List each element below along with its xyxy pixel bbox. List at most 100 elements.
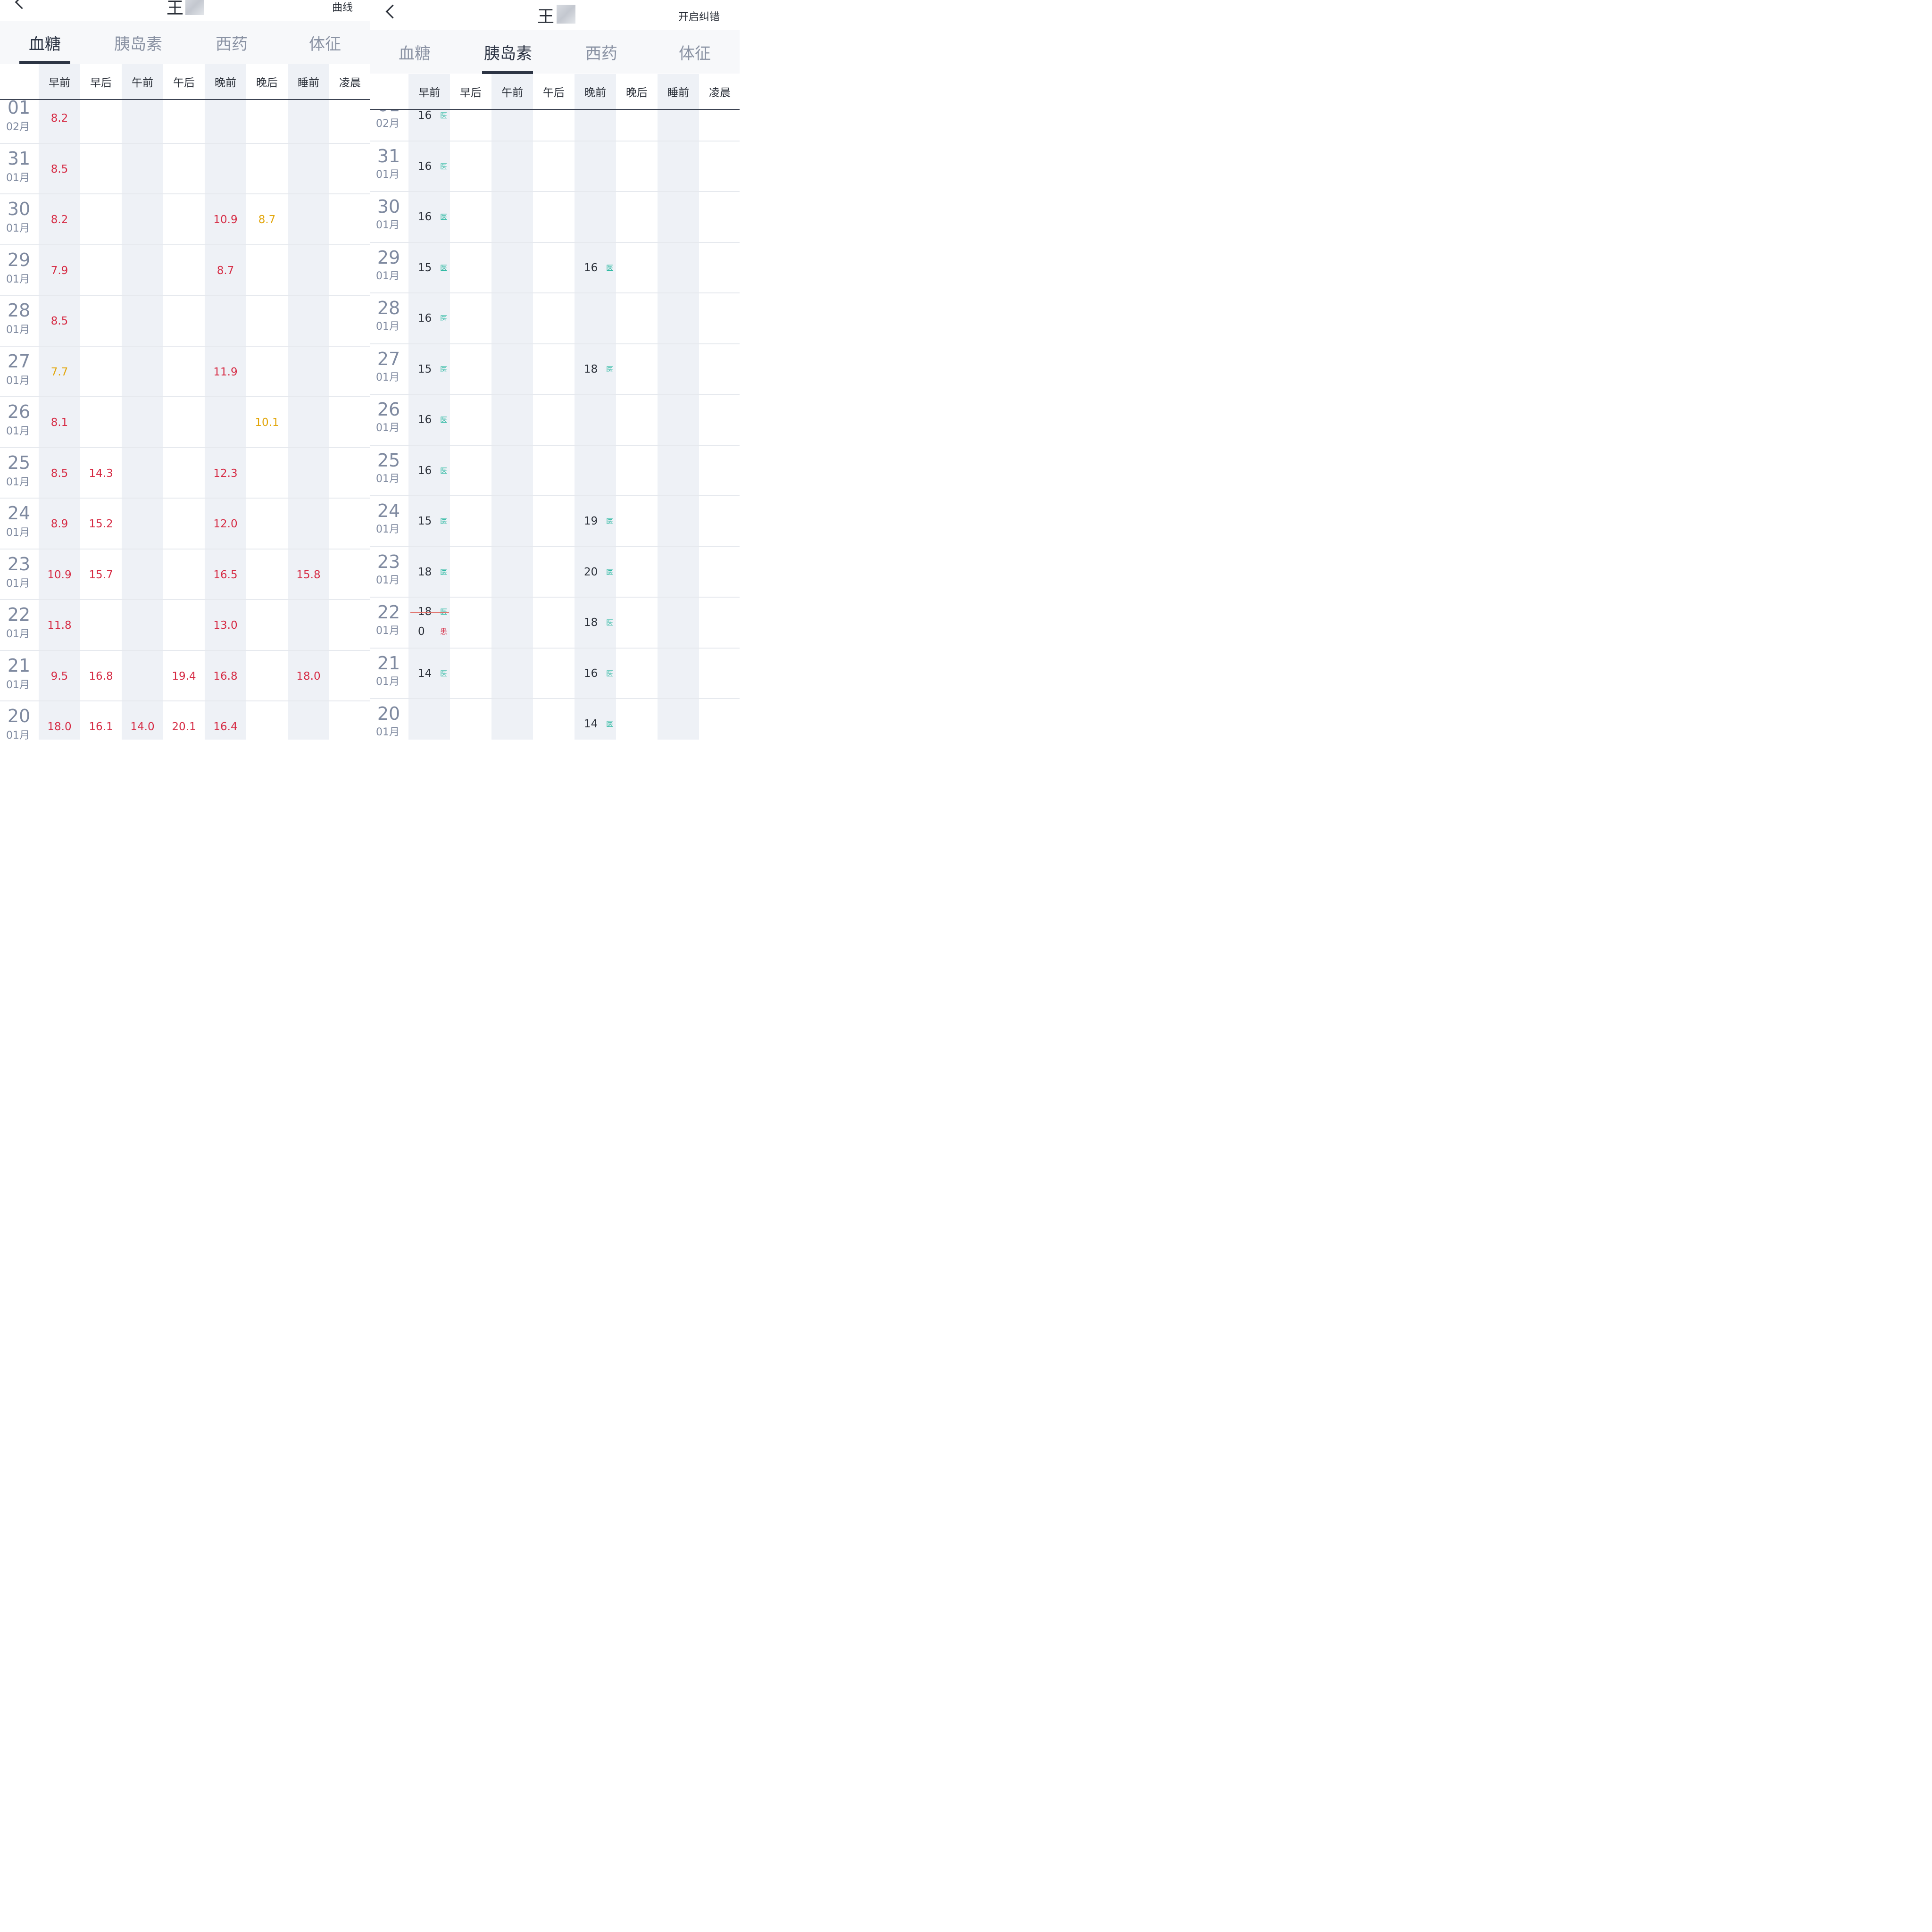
glucose-value[interactable]: 9.5 bbox=[39, 671, 80, 682]
table-row[interactable]: 20 01月 14 医 bbox=[370, 699, 740, 740]
tab-insulin[interactable]: 胰岛素 bbox=[466, 30, 550, 74]
back-arrow-icon[interactable] bbox=[15, 0, 29, 9]
glucose-value[interactable]: 16.5 bbox=[205, 569, 246, 581]
table-row[interactable]: 26 01月 8.1 10.1 bbox=[0, 397, 370, 448]
glucose-value[interactable]: 8.7 bbox=[205, 265, 246, 276]
table-row[interactable]: 20 01月 18.0 16.1 14.0 20.1 16.4 bbox=[0, 701, 370, 740]
table-row[interactable]: 29 01月 15 医 16 医 bbox=[370, 243, 740, 293]
table-row[interactable]: 27 01月 7.7 11.9 bbox=[0, 347, 370, 397]
glucose-value[interactable]: 10.9 bbox=[205, 215, 246, 225]
glucose-value[interactable]: 7.9 bbox=[39, 265, 80, 276]
glucose-value[interactable]: 12.0 bbox=[205, 519, 246, 530]
insulin-dose[interactable]: 19 bbox=[584, 516, 598, 527]
insulin-dose[interactable]: 0 bbox=[418, 626, 425, 637]
insulin-dose[interactable]: 15 bbox=[418, 516, 432, 527]
table-row[interactable]: 25 01月 16 医 bbox=[370, 446, 740, 496]
glucose-value[interactable]: 8.9 bbox=[39, 519, 80, 530]
glucose-value[interactable]: 8.5 bbox=[39, 316, 80, 327]
table-row[interactable]: 21 01月 14 医 16 医 bbox=[370, 649, 740, 699]
table-row[interactable]: 30 01月 16 医 bbox=[370, 192, 740, 243]
glucose-value[interactable]: 16.8 bbox=[80, 671, 122, 682]
glucose-value[interactable]: 10.9 bbox=[39, 569, 80, 581]
glucose-value[interactable]: 16.4 bbox=[205, 722, 246, 733]
date-month: 01月 bbox=[6, 730, 30, 740]
tab-glucose[interactable]: 血糖 bbox=[372, 30, 457, 74]
table-row[interactable]: 24 01月 15 医 19 医 bbox=[370, 496, 740, 547]
glucose-value[interactable]: 18.0 bbox=[288, 671, 329, 682]
glucose-value[interactable]: 8.1 bbox=[39, 417, 80, 428]
tab-vitals[interactable]: 体征 bbox=[652, 30, 737, 74]
glucose-value[interactable]: 8.5 bbox=[39, 468, 80, 479]
doctor-tag: 医 bbox=[440, 314, 448, 323]
glucose-value[interactable]: 19.4 bbox=[163, 671, 205, 682]
doctor-tag: 医 bbox=[606, 618, 614, 627]
glucose-value[interactable]: 16.1 bbox=[80, 722, 122, 733]
glucose-value[interactable]: 15.8 bbox=[288, 569, 329, 581]
glucose-value[interactable]: 11.8 bbox=[39, 620, 80, 631]
glucose-value[interactable]: 16.8 bbox=[205, 671, 246, 682]
insulin-dose[interactable]: 14 bbox=[418, 668, 432, 679]
tab-western-medicine[interactable]: 西药 bbox=[189, 21, 274, 64]
glucose-value[interactable]: 8.5 bbox=[39, 164, 80, 175]
insulin-dose[interactable]: 16 bbox=[418, 212, 432, 223]
table-row[interactable]: 01 02月 8.2 bbox=[0, 93, 370, 144]
insulin-dose[interactable]: 16 bbox=[584, 262, 598, 274]
table-row[interactable]: 24 01月 8.9 15.2 12.0 bbox=[0, 499, 370, 550]
insulin-dose[interactable]: 16 bbox=[418, 110, 432, 121]
doctor-tag: 医 bbox=[440, 466, 448, 475]
insulin-dose[interactable]: 16 bbox=[418, 313, 432, 324]
glucose-value[interactable]: 20.1 bbox=[163, 722, 205, 733]
tab-insulin[interactable]: 胰岛素 bbox=[96, 21, 181, 64]
insulin-dose[interactable]: 15 bbox=[418, 364, 432, 375]
insulin-dose[interactable]: 16 bbox=[584, 668, 598, 679]
table-row[interactable]: 31 01月 8.5 bbox=[0, 144, 370, 194]
table-row[interactable]: 21 01月 9.5 16.8 19.4 16.8 18.0 bbox=[0, 651, 370, 701]
insulin-dose[interactable]: 16 bbox=[418, 161, 432, 172]
glucose-value[interactable]: 13.0 bbox=[205, 620, 246, 631]
back-arrow-icon[interactable] bbox=[385, 4, 400, 19]
date-month: 01月 bbox=[376, 168, 400, 181]
date-month: 01月 bbox=[376, 473, 400, 485]
glucose-value[interactable]: 8.2 bbox=[39, 215, 80, 225]
date-month: 01月 bbox=[376, 625, 400, 637]
tab-glucose[interactable]: 血糖 bbox=[2, 21, 87, 64]
glucose-panel: 王 曲线 血糖 胰岛素 西药 体征 01 02月 8.2 31 01月 8.5 30 01月 8.2 1… bbox=[0, 0, 370, 740]
glucose-value[interactable]: 8.2 bbox=[39, 113, 80, 124]
glucose-value[interactable]: 15.2 bbox=[80, 519, 122, 530]
table-row[interactable]: 22 01月 11.8 13.0 bbox=[0, 600, 370, 651]
table-row[interactable]: 28 01月 8.5 bbox=[0, 296, 370, 347]
table-row[interactable]: 28 01月 16 医 bbox=[370, 293, 740, 344]
curve-button[interactable]: 曲线 bbox=[332, 0, 353, 14]
table-row[interactable]: 29 01月 7.9 8.7 bbox=[0, 245, 370, 296]
glucose-value[interactable]: 10.1 bbox=[246, 417, 288, 428]
glucose-value[interactable]: 12.3 bbox=[205, 468, 246, 479]
insulin-dose[interactable]: 14 bbox=[584, 719, 598, 730]
insulin-dose[interactable]: 20 bbox=[584, 566, 598, 578]
insulin-dose[interactable]: 18 bbox=[584, 617, 598, 628]
tab-western-medicine[interactable]: 西药 bbox=[559, 30, 644, 74]
glucose-value[interactable]: 18.0 bbox=[39, 722, 80, 733]
tab-vitals[interactable]: 体征 bbox=[283, 21, 367, 64]
table-row[interactable]: 31 01月 16 医 bbox=[370, 142, 740, 192]
enable-correction-button[interactable]: 开启纠错 bbox=[678, 8, 720, 24]
insulin-dose[interactable]: 15 bbox=[418, 262, 432, 274]
glucose-value[interactable]: 8.7 bbox=[246, 215, 288, 225]
table-row[interactable]: 23 01月 18 医 20 医 bbox=[370, 547, 740, 598]
glucose-value[interactable]: 14.3 bbox=[80, 468, 122, 479]
table-row[interactable]: 23 01月 10.9 15.7 16.5 15.8 bbox=[0, 550, 370, 600]
table-row[interactable]: 25 01月 8.5 14.3 12.3 bbox=[0, 448, 370, 499]
glucose-value[interactable]: 14.0 bbox=[122, 722, 163, 733]
table-row[interactable]: 30 01月 8.2 10.9 8.7 bbox=[0, 194, 370, 245]
insulin-dose[interactable]: 16 bbox=[418, 415, 432, 425]
glucose-value[interactable]: 11.9 bbox=[205, 366, 246, 378]
date-day: 24 bbox=[377, 500, 400, 521]
insulin-dose[interactable]: 18 bbox=[418, 566, 432, 578]
table-row[interactable]: 27 01月 15 医 18 医 bbox=[370, 344, 740, 395]
insulin-dose[interactable]: 16 bbox=[418, 465, 432, 476]
date-day: 20 bbox=[377, 703, 400, 724]
glucose-value[interactable]: 15.7 bbox=[80, 569, 122, 581]
table-row[interactable]: 2201月18医0患18医 bbox=[370, 598, 740, 649]
table-row[interactable]: 26 01月 16 医 bbox=[370, 395, 740, 446]
insulin-dose[interactable]: 18 bbox=[584, 364, 598, 375]
glucose-value[interactable]: 7.7 bbox=[39, 366, 80, 378]
